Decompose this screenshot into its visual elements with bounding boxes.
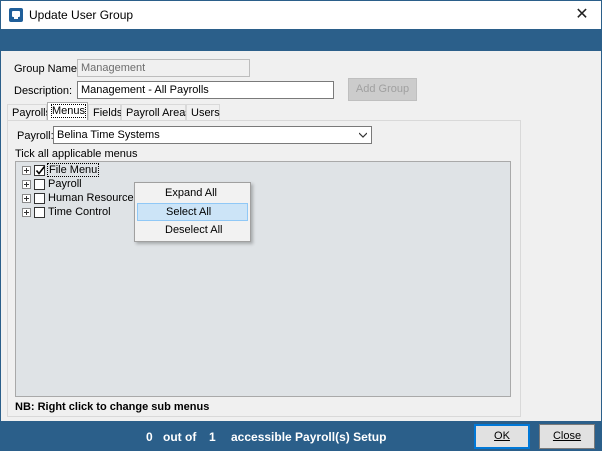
menu-item-deselect-all[interactable]: Deselect All xyxy=(137,222,248,240)
accessible-suffix: accessible Payroll(s) Setup xyxy=(231,430,387,444)
menu-item-expand-all[interactable]: Expand All xyxy=(137,185,248,203)
tab-menus-label: Menus xyxy=(50,104,87,118)
expand-icon[interactable] xyxy=(22,180,31,189)
header-band xyxy=(1,29,601,51)
note-text: NB: Right click to change sub menus xyxy=(15,401,210,413)
tab-payroll-areas[interactable]: Payroll Areas xyxy=(121,104,191,121)
group-name-field[interactable]: Management xyxy=(77,59,250,77)
instruction-text: Tick all applicable menus xyxy=(15,148,138,160)
expand-icon[interactable] xyxy=(22,208,31,217)
out-of-text: out of xyxy=(163,430,197,444)
checkbox-file-menu[interactable] xyxy=(34,165,46,176)
tab-menus[interactable]: Menus xyxy=(47,102,88,122)
menu-item-label: Expand All xyxy=(165,187,217,199)
window-title: Update User Group xyxy=(29,8,134,22)
close-button-label: Close xyxy=(552,430,582,442)
footer-bar: 0 out of 1 accessible Payroll(s) Setup O… xyxy=(1,421,601,451)
ok-button-label: OK xyxy=(494,430,510,442)
checkbox-payroll[interactable] xyxy=(34,179,45,190)
tab-payrolls[interactable]: Payrolls xyxy=(7,104,51,121)
tab-users[interactable]: Users xyxy=(186,104,220,121)
payroll-select-value: Belina Time Systems xyxy=(57,129,160,141)
accessible-count: 0 xyxy=(146,430,153,444)
payroll-label: Payroll: xyxy=(17,130,54,142)
group-name-label: Group Name: xyxy=(14,63,81,75)
tree-node-label: Time Control xyxy=(48,206,111,218)
tree-node-label: Human Resources xyxy=(48,192,140,204)
app-icon xyxy=(9,8,23,22)
tab-fields-label: Fields xyxy=(93,107,123,119)
menu-item-label: Select All xyxy=(166,206,212,218)
close-button[interactable]: Close xyxy=(539,424,595,449)
close-icon[interactable]: ✕ xyxy=(573,5,591,23)
checkmark-icon xyxy=(35,166,46,175)
tab-fields[interactable]: Fields xyxy=(88,104,123,121)
menu-item-label: Deselect All xyxy=(165,224,223,236)
tree-node-label: Payroll xyxy=(48,178,82,190)
description-field[interactable]: Management - All Payrolls xyxy=(77,81,334,99)
checkbox-human-resources[interactable] xyxy=(34,193,45,204)
update-user-group-window: Update User Group ✕ Group Name: Manageme… xyxy=(0,0,602,451)
menu-tree[interactable]: File Menu Payroll Human Resources Time C… xyxy=(15,161,511,397)
payroll-select[interactable]: Belina Time Systems xyxy=(53,126,372,144)
expand-icon[interactable] xyxy=(22,194,31,203)
tab-payrolls-label: Payrolls xyxy=(12,107,52,119)
total-count: 1 xyxy=(209,430,216,444)
tab-users-label: Users xyxy=(191,107,220,119)
menu-item-select-all[interactable]: Select All xyxy=(137,203,248,221)
ok-button[interactable]: OK xyxy=(474,424,530,449)
tree-node-label: File Menu xyxy=(47,163,100,177)
add-group-button[interactable]: Add Group xyxy=(348,78,417,101)
expand-icon[interactable] xyxy=(22,166,31,175)
description-label: Description: xyxy=(14,85,73,97)
title-bar: Update User Group ✕ xyxy=(1,1,601,29)
context-menu: Expand All Select All Deselect All xyxy=(134,182,251,242)
checkbox-time-control[interactable] xyxy=(34,207,45,218)
chevron-down-icon xyxy=(359,132,367,138)
tab-payroll-areas-label: Payroll Areas xyxy=(126,107,191,119)
